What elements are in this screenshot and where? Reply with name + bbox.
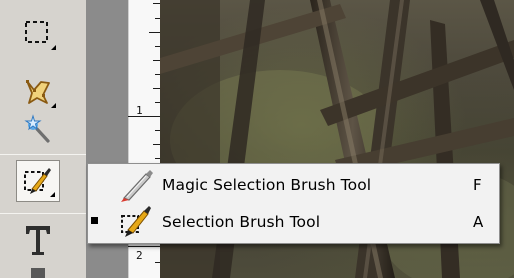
menu-item-magic-selection-brush[interactable]: Magic Selection Brush Tool F bbox=[88, 167, 499, 203]
type-tool-icon bbox=[26, 226, 50, 255]
ruler-tick bbox=[149, 32, 160, 33]
tool-group-arrow-icon bbox=[51, 103, 56, 108]
ruler-tick bbox=[153, 144, 160, 145]
rectangular-marquee-icon bbox=[25, 21, 48, 43]
tool-group-arrow-icon bbox=[50, 192, 55, 197]
menu-item-label: Magic Selection Brush Tool bbox=[162, 176, 372, 194]
selection-brush-icon bbox=[111, 204, 161, 240]
rectangular-marquee-tool[interactable] bbox=[16, 14, 60, 54]
ruler-major-tick bbox=[128, 116, 160, 117]
ruler-label: 1 bbox=[136, 104, 143, 117]
ruler-major-tick bbox=[128, 246, 160, 247]
menu-item-shortcut: A bbox=[473, 213, 484, 231]
tool-group-arrow-icon bbox=[51, 45, 56, 50]
magic-wand-tool[interactable] bbox=[16, 110, 60, 150]
horizontal-type-tool[interactable] bbox=[16, 218, 60, 258]
selection-brush-tool[interactable] bbox=[16, 160, 60, 202]
tool-flyout-menu: Magic Selection Brush Tool F Selection B… bbox=[87, 163, 500, 244]
next-tool-partial[interactable] bbox=[16, 264, 60, 278]
ruler-tick bbox=[153, 60, 160, 61]
ruler-tick bbox=[153, 3, 160, 4]
magnetic-lasso-tool[interactable] bbox=[16, 72, 60, 112]
ruler-label: 2 bbox=[136, 249, 143, 262]
magic-selection-brush-icon bbox=[111, 167, 161, 203]
menu-item-label: Selection Brush Tool bbox=[162, 213, 321, 231]
tool-separator bbox=[0, 213, 86, 214]
tool-separator bbox=[0, 154, 86, 155]
magic-wand-icon bbox=[24, 114, 50, 143]
ruler-tick bbox=[153, 88, 160, 89]
menu-item-shortcut: F bbox=[473, 176, 482, 194]
tools-panel bbox=[0, 0, 86, 278]
tool-partial-icon bbox=[31, 268, 45, 278]
magnetic-lasso-icon bbox=[26, 80, 50, 104]
selected-indicator-icon bbox=[91, 217, 98, 224]
menu-item-selection-brush[interactable]: Selection Brush Tool A bbox=[88, 204, 499, 240]
